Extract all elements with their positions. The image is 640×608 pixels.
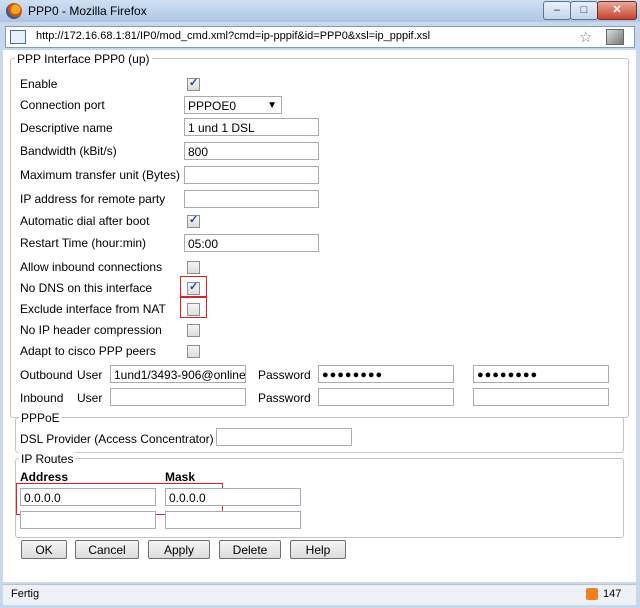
feed-count: 147 bbox=[603, 588, 622, 600]
minimize-button[interactable]: – bbox=[543, 1, 571, 20]
throbber-icon bbox=[606, 29, 624, 45]
descriptive-name-input[interactable]: 1 und 1 DSL bbox=[184, 118, 319, 136]
outbound-password-confirm-input[interactable]: ●●●●●●●● bbox=[473, 365, 609, 383]
bandwidth-label: Bandwidth (kBit/s) bbox=[20, 144, 117, 158]
outbound-user-input[interactable]: 1und1/3493-906@online bbox=[110, 365, 246, 383]
mask-column-header: Mask bbox=[165, 470, 196, 484]
outbound-user-label: User bbox=[77, 368, 103, 382]
restart-time-input[interactable]: 05:00 bbox=[184, 234, 319, 252]
remote-ip-input[interactable] bbox=[184, 190, 319, 208]
page-icon bbox=[10, 30, 26, 44]
delete-button[interactable]: Delete bbox=[219, 540, 281, 559]
no-dns-checkbox[interactable] bbox=[187, 280, 200, 295]
connection-port-select[interactable]: PPPOE0 ▼ bbox=[184, 96, 282, 114]
outbound-password-label: Password bbox=[258, 368, 311, 382]
enable-label: Enable bbox=[20, 77, 58, 91]
inbound-password-confirm-input[interactable] bbox=[473, 388, 609, 406]
inbound-user-label: User bbox=[77, 391, 103, 405]
enable-checkbox[interactable] bbox=[187, 76, 200, 91]
bookmark-star-icon[interactable]: ☆ bbox=[579, 28, 592, 46]
dsl-provider-input[interactable] bbox=[216, 428, 352, 446]
title-bar: PPP0 - Mozilla Firefox – □ ✕ bbox=[0, 0, 640, 22]
exclude-nat-checkbox[interactable] bbox=[187, 303, 200, 316]
help-button[interactable]: Help bbox=[290, 540, 346, 559]
inbound-user-input[interactable] bbox=[110, 388, 246, 406]
chevron-down-icon: ▼ bbox=[267, 100, 277, 111]
apply-button[interactable]: Apply bbox=[148, 540, 210, 559]
ok-button[interactable]: OK bbox=[21, 540, 67, 559]
rss-feed-icon[interactable] bbox=[586, 588, 598, 600]
restart-time-label: Restart Time (hour:min) bbox=[20, 236, 147, 250]
ppp-interface-legend: PPP Interface PPP0 (up) bbox=[15, 52, 152, 66]
page-content: PPP Interface PPP0 (up) Enable Connectio… bbox=[3, 50, 636, 582]
connection-port-value: PPPOE0 bbox=[188, 99, 237, 113]
maximize-button[interactable]: □ bbox=[570, 1, 598, 20]
close-button[interactable]: ✕ bbox=[597, 1, 637, 20]
auto-dial-checkbox[interactable] bbox=[187, 213, 200, 228]
exclude-nat-label: Exclude interface from NAT bbox=[20, 302, 166, 316]
address-url[interactable]: http://172.16.68.1:81/IP0/mod_cmd.xml?cm… bbox=[36, 30, 430, 42]
descriptive-name-label: Descriptive name bbox=[20, 121, 113, 135]
allow-inbound-label: Allow inbound connections bbox=[20, 260, 163, 274]
no-ip-header-label: No IP header compression bbox=[20, 323, 162, 337]
route-mask-input[interactable] bbox=[165, 511, 301, 529]
firefox-icon bbox=[6, 3, 22, 19]
status-text: Fertig bbox=[11, 588, 40, 600]
route-address-input[interactable]: 0.0.0.0 bbox=[20, 488, 156, 506]
inbound-password-input[interactable] bbox=[318, 388, 454, 406]
mtu-input[interactable] bbox=[184, 166, 319, 184]
route-mask-input[interactable]: 0.0.0.0 bbox=[165, 488, 301, 506]
cancel-button[interactable]: Cancel bbox=[75, 540, 139, 559]
status-bar: Fertig 147 bbox=[3, 584, 636, 605]
cisco-checkbox[interactable] bbox=[187, 345, 200, 358]
no-dns-label: No DNS on this interface bbox=[20, 281, 153, 295]
connection-port-label: Connection port bbox=[20, 98, 105, 112]
pppoe-legend: PPPoE bbox=[19, 411, 62, 425]
outbound-password-input[interactable]: ●●●●●●●● bbox=[318, 365, 454, 383]
address-bar[interactable]: http://172.16.68.1:81/IP0/mod_cmd.xml?cm… bbox=[5, 26, 635, 48]
remote-ip-label: IP address for remote party bbox=[20, 192, 166, 206]
ip-routes-legend: IP Routes bbox=[19, 452, 76, 466]
outbound-label: Outbound bbox=[20, 368, 73, 382]
dsl-provider-label: DSL Provider (Access Concentrator) bbox=[20, 432, 214, 446]
mtu-label: Maximum transfer unit (Bytes) bbox=[20, 168, 181, 182]
window-title: PPP0 - Mozilla Firefox bbox=[28, 4, 147, 18]
bandwidth-input[interactable]: 800 bbox=[184, 142, 319, 160]
address-column-header: Address bbox=[20, 470, 69, 484]
no-ip-header-checkbox[interactable] bbox=[187, 324, 200, 337]
inbound-password-label: Password bbox=[258, 391, 311, 405]
inbound-label: Inbound bbox=[20, 391, 64, 405]
browser-window: PPP0 - Mozilla Firefox – □ ✕ http://172.… bbox=[0, 0, 640, 608]
allow-inbound-checkbox[interactable] bbox=[187, 261, 200, 274]
cisco-label: Adapt to cisco PPP peers bbox=[20, 344, 156, 358]
route-address-input[interactable] bbox=[20, 511, 156, 529]
auto-dial-label: Automatic dial after boot bbox=[20, 214, 150, 228]
